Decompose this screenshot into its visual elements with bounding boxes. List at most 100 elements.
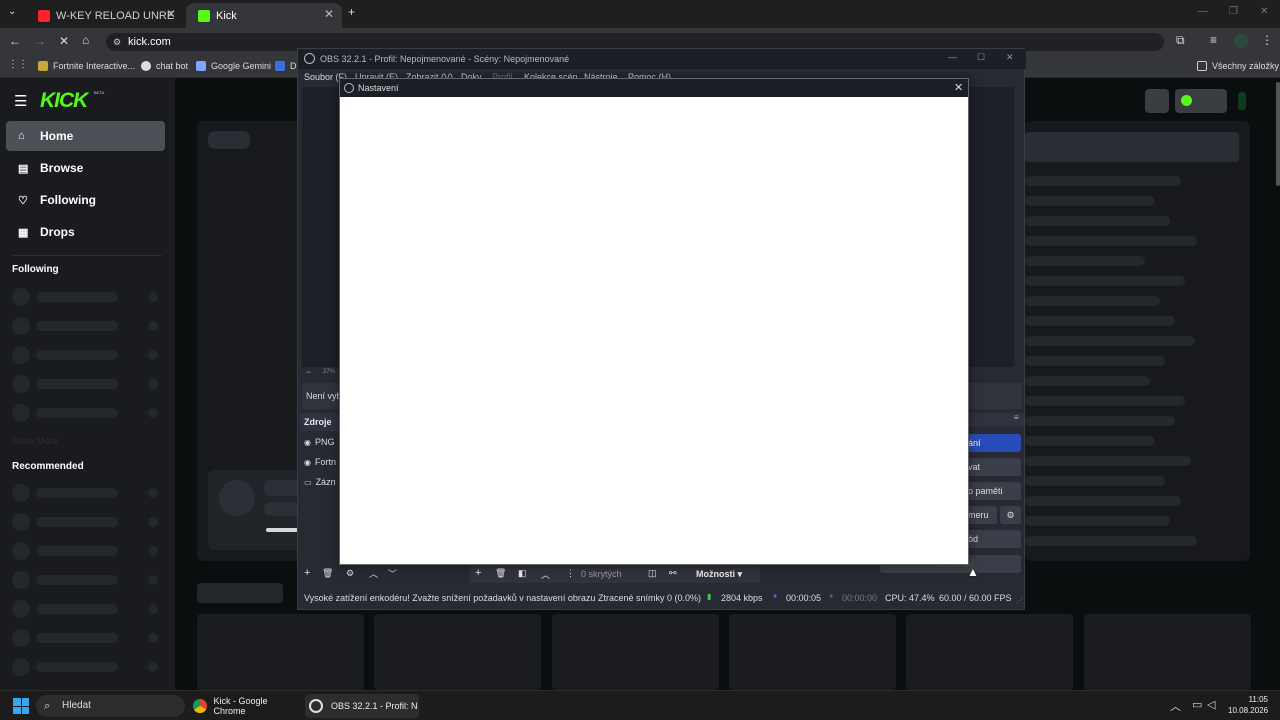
network-icon[interactable]: ▭ [1192,698,1202,711]
source-item[interactable]: ◉ PNG [304,437,335,447]
add-icon[interactable]: + [475,567,481,579]
more-icon[interactable]: ⋮ [566,568,575,579]
dock-menu-icon[interactable]: ≡ [1014,413,1019,422]
skeleton-dot [148,633,158,643]
apps-icon[interactable]: ⋮⋮ [8,59,28,70]
remove-source-icon[interactable]: 🗑 [322,568,333,579]
close-icon[interactable]: ✕ [1006,52,1014,63]
move-down-icon[interactable]: ﹀ [388,567,397,580]
search-placeholder: Hledat [62,700,91,711]
resize-grip-icon[interactable]: ⋰ [1016,597,1023,605]
taskbar-app-label: OBS 32.2.1 - Profil: Nepo [331,701,418,711]
up-icon[interactable]: ︿ [541,568,550,581]
header-button[interactable] [1145,89,1169,113]
start-streaming-button[interactable]: ání [962,434,1021,452]
dropped-frames: Ztracené snímky 0 (0.0%) [598,593,702,603]
skeleton-avatar [12,317,30,335]
close-window-icon[interactable]: ✕ [1260,6,1268,17]
filter-icon[interactable]: ◧ [518,568,527,579]
skeleton-card [374,614,541,690]
skeleton-line [1025,296,1160,306]
link-icon[interactable]: ⚯ [669,568,677,579]
taskbar-search[interactable]: ⌕ Hledat [36,695,185,717]
kick-logo[interactable]: KICK [40,89,88,113]
settings-title: Nastavení [358,83,399,93]
taskbar-app-chrome[interactable]: Kick - Google Chrome [193,694,299,718]
virtual-camera-settings-icon[interactable]: ⚙ [1000,506,1021,524]
tab-kick[interactable]: Kick ✕ [186,3,342,28]
media-icon[interactable]: ≡ [1210,33,1217,47]
show-more-link[interactable]: Show More [12,436,58,446]
back-icon[interactable]: ← [9,34,21,48]
move-up-icon[interactable]: ︿ [369,567,378,580]
source-item[interactable]: ▭ Zázn [304,477,336,487]
start-recording-button[interactable]: vat [962,458,1021,476]
source-item[interactable]: ◉ Fortn [304,457,336,467]
source-label: Zázn [315,477,336,487]
tray-overflow-icon[interactable]: ︿ [1170,698,1181,714]
source-properties-icon[interactable]: ⚙ [346,568,354,579]
studio-mode-button[interactable]: ód [962,530,1021,548]
clock[interactable]: 11:05 10.08.2026 [1228,694,1268,716]
skeleton-avatar [12,513,30,531]
hamburger-icon[interactable]: ☰ [14,92,27,110]
all-bookmarks[interactable]: Všechny záložky [1197,61,1279,71]
skeleton-line [1025,336,1195,346]
clock-date: 10.08.2026 [1228,706,1269,715]
obs-icon [304,53,315,64]
taskbar-app-obs[interactable]: OBS 32.2.1 - Profil: Nepo [305,694,419,718]
nav-home[interactable]: ⌂ Home [6,121,165,151]
skeleton-line [36,488,118,498]
zoom-out-icon[interactable]: − [306,367,311,377]
nav-drops[interactable]: ▦ Drops [6,217,165,247]
extensions-icon[interactable]: ⧉ [1176,33,1185,48]
options-dropdown[interactable]: Možnosti ▾ [696,569,742,580]
page-scrollbar[interactable] [1276,82,1280,186]
bookmark-chat-bot[interactable]: chat bot [141,61,188,71]
delete-icon[interactable]: 🗑 [495,568,506,579]
tab-youtube[interactable]: W-KEY RELOAD UNREAL CUP| ✕ [26,3,184,28]
kick-icon [198,9,210,22]
skeleton-dot [148,575,158,585]
minimize-icon[interactable]: — [948,52,957,62]
tab-search-icon[interactable]: ⌄ [8,6,16,17]
home-icon[interactable]: ⌂ [82,33,89,47]
windows-logo-tile [21,706,29,714]
maximize-icon[interactable]: ❐ [1229,6,1238,17]
skeleton-avatar [219,480,255,516]
skeleton-dot [148,350,158,360]
nav-browse[interactable]: ▤ Browse [6,153,165,183]
maximize-icon[interactable]: ☐ [977,52,985,63]
nav-following[interactable]: ♡ Following [6,185,165,215]
header-login-button[interactable] [1175,89,1227,113]
layout-icon[interactable]: ◫ [648,568,657,579]
eye-icon[interactable]: ◉ [304,458,311,467]
clock-time: 11:05 [1248,695,1268,704]
minimize-icon[interactable]: — [1198,6,1208,17]
close-tab-icon[interactable]: ✕ [324,7,334,21]
replay-buffer-button[interactable]: o paměti [962,482,1021,500]
close-tab-icon[interactable]: ✕ [166,7,176,21]
bookmark-fortnite[interactable]: Fortnite Interactive... [38,61,135,71]
menu-icon[interactable]: ⋮ [1261,33,1273,47]
skeleton-avatar [12,658,30,676]
skeleton-dot [148,662,158,672]
bookmark-gemini[interactable]: Google Gemini [196,61,271,71]
site-info-icon[interactable]: ⚙ [113,33,121,51]
forward-icon[interactable]: → [34,34,46,48]
eye-icon[interactable]: ◉ [304,438,311,447]
skeleton-line [1025,276,1185,286]
start-button[interactable] [13,698,29,714]
signal-icon: ▮ [707,592,712,601]
add-source-icon[interactable]: + [304,567,310,579]
taskbar: ⌕ Hledat Kick - Google Chrome OBS 32.2.1… [0,690,1280,720]
volume-icon[interactable]: ◁ [1207,698,1215,711]
skeleton-line [208,131,250,149]
monitor-icon[interactable]: ▭ [304,478,312,487]
close-icon[interactable]: ✕ [954,81,963,94]
fps-readout: 60.00 / 60.00 FPS [939,593,1012,603]
tab-title: Kick [216,9,237,22]
stop-icon[interactable]: ✕ [59,34,69,48]
profile-avatar[interactable] [1234,34,1248,48]
new-tab-button[interactable]: + [348,5,355,19]
